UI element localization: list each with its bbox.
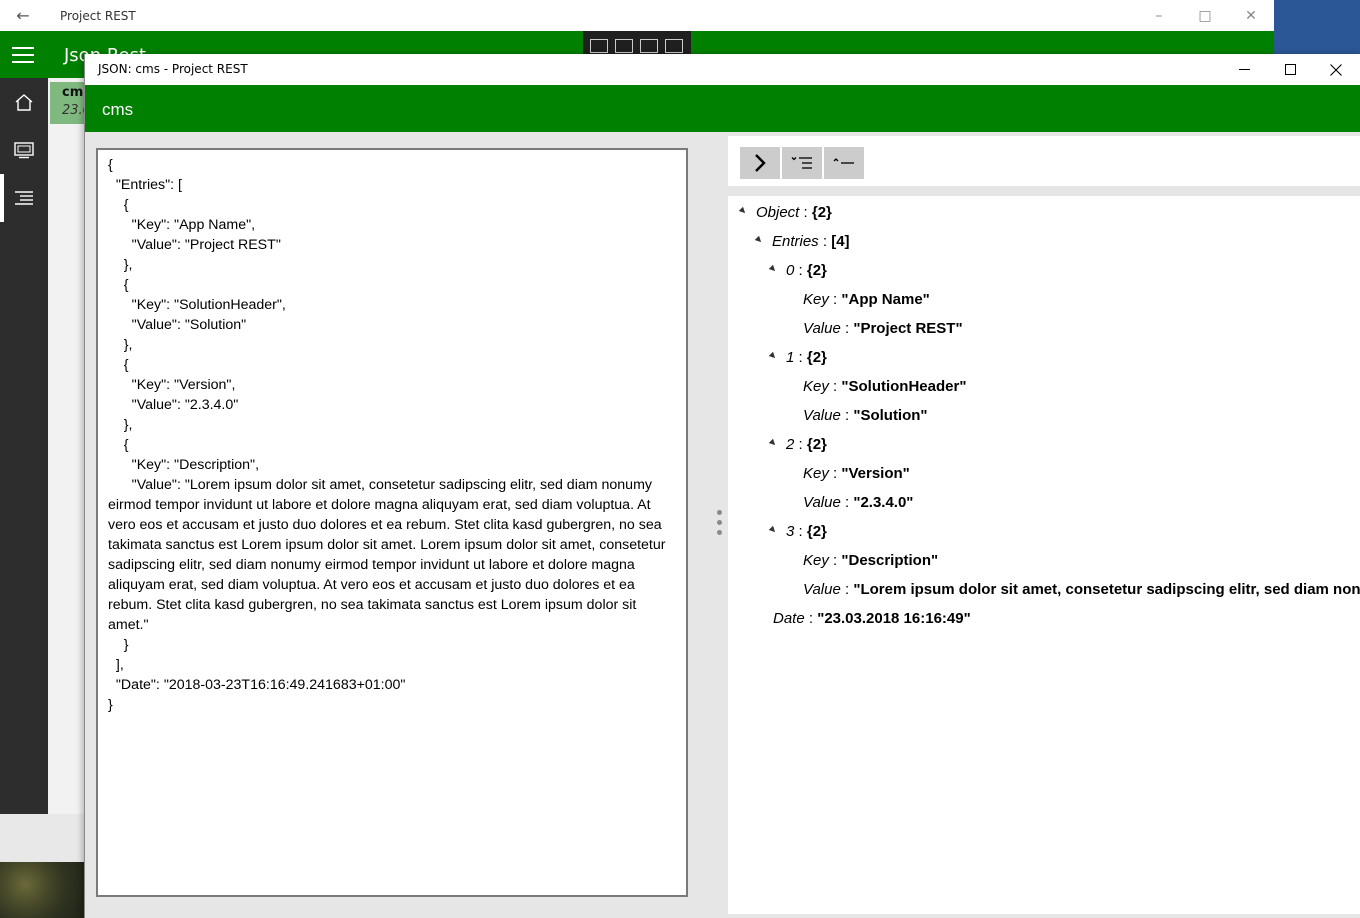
list-item[interactable]: cm 23.0 [50,82,91,124]
tree-value: {2} [806,523,827,540]
tree-key: Value [803,407,841,424]
tree-value: "23.03.2018 16:16:49" [817,610,971,627]
tree-leaf[interactable]: Key : "SolutionHeader" [803,377,966,397]
tree-separator: : [840,581,854,598]
expand-toggle-icon[interactable] [738,206,748,216]
tree-key: Object [756,204,800,221]
tree-value: {2} [806,262,827,279]
tree-value: {2} [806,349,827,366]
tree-value: "Lorem ipsum dolor sit amet, consetetur … [853,581,1360,598]
tree-value: {2} [806,436,827,453]
tree-separator: : [794,523,807,540]
raw-json-textbox[interactable]: { "Entries": [ { "Key": "App Name", "Val… [96,148,688,897]
minimize-icon[interactable]: – [1136,0,1182,31]
tree-key: Value [803,494,841,511]
tree-value: {2} [811,204,832,221]
tree-separator: : [828,465,842,482]
tree-node[interactable]: Entries : [4] [754,232,850,252]
tree-node[interactable]: 3 : {2} [768,522,827,542]
tree-node[interactable]: Object : {2} [738,203,832,223]
tree-separator: : [828,552,842,569]
tree-separator: : [818,233,832,250]
json-window: JSON: cms - Project REST cms { "Entries"… [84,54,1360,918]
tree-key: Value [803,320,841,337]
layout-icon[interactable] [640,39,658,53]
minimize-icon[interactable] [1221,54,1267,85]
tree-leaf[interactable]: Value : "Project REST" [803,319,963,339]
json-window-header: cms [85,85,1360,132]
tree-separator: : [794,436,807,453]
monitor-icon[interactable] [0,126,48,174]
tree-separator: : [840,407,854,424]
expand-all-icon[interactable] [782,147,822,179]
maximize-icon[interactable]: □ [1182,0,1228,31]
json-window-titlebar: JSON: cms - Project REST [85,54,1360,85]
home-icon[interactable] [0,78,48,126]
tree-leaf[interactable]: Date : "23.03.2018 16:16:49" [773,609,971,629]
tree-key: Key [803,552,829,569]
tree-value: "Description" [841,552,939,569]
json-window-title: JSON: cms - Project REST [98,62,248,76]
tree-value: "2.3.4.0" [853,494,914,511]
tree-node[interactable]: 2 : {2} [768,435,827,455]
tree-key: Key [803,465,829,482]
tree-separator: : [794,349,807,366]
expand-toggle-icon[interactable] [768,264,778,274]
close-icon[interactable] [1313,54,1359,85]
background-titlebar: ← Project REST – □ ✕ [0,0,1274,31]
adorner-icon[interactable] [665,39,683,53]
tree-node[interactable]: 1 : {2} [768,348,827,368]
splitter-handle[interactable] [717,510,723,542]
tree-separator: : [828,291,842,308]
tree-value: [4] [831,233,850,250]
page-title: cms [102,100,134,119]
tree-leaf[interactable]: Key : "Description" [803,551,938,571]
tree-value: "Project REST" [853,320,963,337]
tree-value: "Version" [841,465,910,482]
json-tree-view: Object : {2} Entries : [4] 0 : {2} Key : "A… [728,196,1360,914]
close-icon[interactable]: ✕ [1228,0,1274,31]
select-element-icon[interactable] [590,39,608,53]
expand-toggle-icon[interactable] [754,235,764,245]
tree-value: "SolutionHeader" [841,378,967,395]
tree-value: "App Name" [841,291,930,308]
tree-separator: : [799,204,812,221]
tree-leaf[interactable]: Value : "2.3.4.0" [803,493,913,513]
json-window-content: { "Entries": [ { "Key": "App Name", "Val… [85,132,1360,918]
background-footer [0,814,84,862]
tree-toolbar [728,136,1360,186]
tree-separator: : [840,320,854,337]
debug-toolbar[interactable] [583,31,691,55]
tree-leaf[interactable]: Value : "Solution" [803,406,928,426]
tree-separator: : [804,610,818,627]
tree-leaf[interactable]: Key : "App Name" [803,290,930,310]
tree-leaf[interactable]: Value : "Lorem ipsum dolor sit amet, con… [803,580,1360,600]
collapse-all-icon[interactable] [824,147,864,179]
expand-toggle-icon[interactable] [768,351,778,361]
back-arrow-icon[interactable]: ← [0,6,46,25]
tree-node[interactable]: 0 : {2} [768,261,827,281]
expand-toggle-icon[interactable] [768,525,778,535]
tree-key: Entries [772,233,819,250]
list-item-title: cm [62,85,84,100]
expand-toggle-icon[interactable] [768,438,778,448]
desktop-wallpaper [0,862,84,918]
background-app-title: Project REST [60,8,136,23]
tree-separator: : [794,262,807,279]
background-sidebar [0,78,48,814]
tree-key: Key [803,378,829,395]
pointer-icon[interactable] [615,39,633,53]
tree-separator: : [840,494,854,511]
tree-value: "Solution" [853,407,928,424]
tree-key: Key [803,291,829,308]
tree-leaf[interactable]: Key : "Version" [803,464,910,484]
tree-key: Value [803,581,841,598]
hamburger-menu-icon[interactable] [12,47,34,68]
chevron-right-icon[interactable] [740,147,780,179]
tree-key: Date [773,610,805,627]
maximize-icon[interactable] [1267,54,1313,85]
list-icon[interactable] [0,174,48,222]
tree-separator: : [828,378,842,395]
